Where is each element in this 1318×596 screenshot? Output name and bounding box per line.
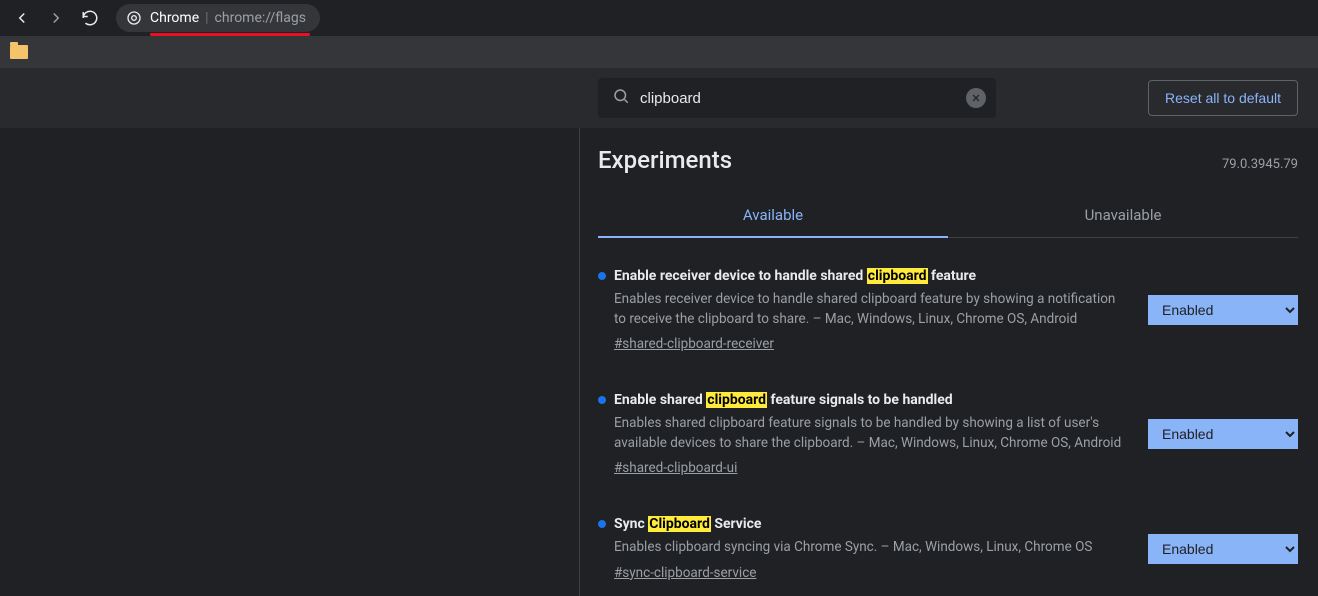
modified-dot-icon: [598, 396, 606, 404]
flag-title-pre: Enable receiver device to handle shared: [614, 268, 867, 284]
flag-title-post: feature: [928, 268, 977, 284]
flag-title: Sync Clipboard Service: [614, 516, 761, 532]
flag-title-post: Service: [711, 516, 762, 532]
flag-hash-link[interactable]: #shared-clipboard-receiver: [614, 336, 774, 352]
flag-title-highlight: Clipboard: [648, 516, 711, 532]
flag-hash-link[interactable]: #shared-clipboard-ui: [614, 460, 737, 476]
flags-header: Reset all to default: [0, 68, 1318, 128]
tabs: Available Unavailable: [598, 196, 1298, 238]
flag-title-post: feature signals to be handled: [767, 392, 953, 408]
omnibox-separator: |: [205, 10, 208, 26]
omnibox-url: chrome://flags: [215, 10, 306, 26]
tab-unavailable[interactable]: Unavailable: [948, 196, 1298, 238]
main: Experiments 79.0.3945.79 Available Unava…: [580, 128, 1318, 596]
reload-button[interactable]: [76, 4, 104, 32]
flag-item: Sync Clipboard Service Enables clipboard…: [598, 516, 1298, 581]
search-box[interactable]: [598, 78, 996, 118]
omnibox[interactable]: Chrome | chrome://flags: [116, 4, 320, 32]
flag-state-select[interactable]: Enabled: [1148, 295, 1298, 325]
forward-button[interactable]: [42, 4, 70, 32]
flag-title-highlight: clipboard: [867, 268, 928, 284]
bookmarks-bar: [0, 36, 1318, 68]
left-gutter: [0, 128, 580, 596]
page-title: Experiments: [598, 146, 732, 174]
annotation-underline: [150, 33, 310, 36]
modified-dot-icon: [598, 272, 606, 280]
flag-state-select[interactable]: Enabled: [1148, 419, 1298, 449]
content: Experiments 79.0.3945.79 Available Unava…: [0, 128, 1318, 596]
tab-available[interactable]: Available: [598, 196, 948, 238]
version-label: 79.0.3945.79: [1222, 157, 1298, 172]
flag-title-highlight: clipboard: [706, 392, 767, 408]
flag-title-pre: Enable shared: [614, 392, 706, 408]
bookmark-folder-icon[interactable]: [10, 45, 28, 59]
flag-description: Enables shared clipboard feature signals…: [614, 414, 1124, 453]
modified-dot-icon: [598, 520, 606, 528]
flag-title-pre: Sync: [614, 516, 648, 532]
flag-item: Enable shared clipboard feature signals …: [598, 392, 1298, 476]
flag-description: Enables receiver device to handle shared…: [614, 290, 1124, 329]
flag-hash-link[interactable]: #sync-clipboard-service: [614, 565, 756, 581]
clear-search-button[interactable]: [966, 88, 986, 108]
back-button[interactable]: [8, 4, 36, 32]
flag-title: Enable receiver device to handle shared …: [614, 268, 976, 284]
flag-title: Enable shared clipboard feature signals …: [614, 392, 953, 408]
chrome-icon: [126, 10, 142, 26]
flag-state-select[interactable]: Enabled: [1148, 534, 1298, 564]
reset-all-button[interactable]: Reset all to default: [1148, 80, 1298, 116]
search-input[interactable]: [640, 90, 966, 107]
flags-list: Enable receiver device to handle shared …: [598, 268, 1298, 581]
flag-description: Enables clipboard syncing via Chrome Syn…: [614, 538, 1124, 558]
flag-item: Enable receiver device to handle shared …: [598, 268, 1298, 352]
omnibox-label: Chrome: [150, 10, 199, 26]
search-icon: [612, 87, 630, 109]
browser-toolbar: Chrome | chrome://flags: [0, 0, 1318, 36]
